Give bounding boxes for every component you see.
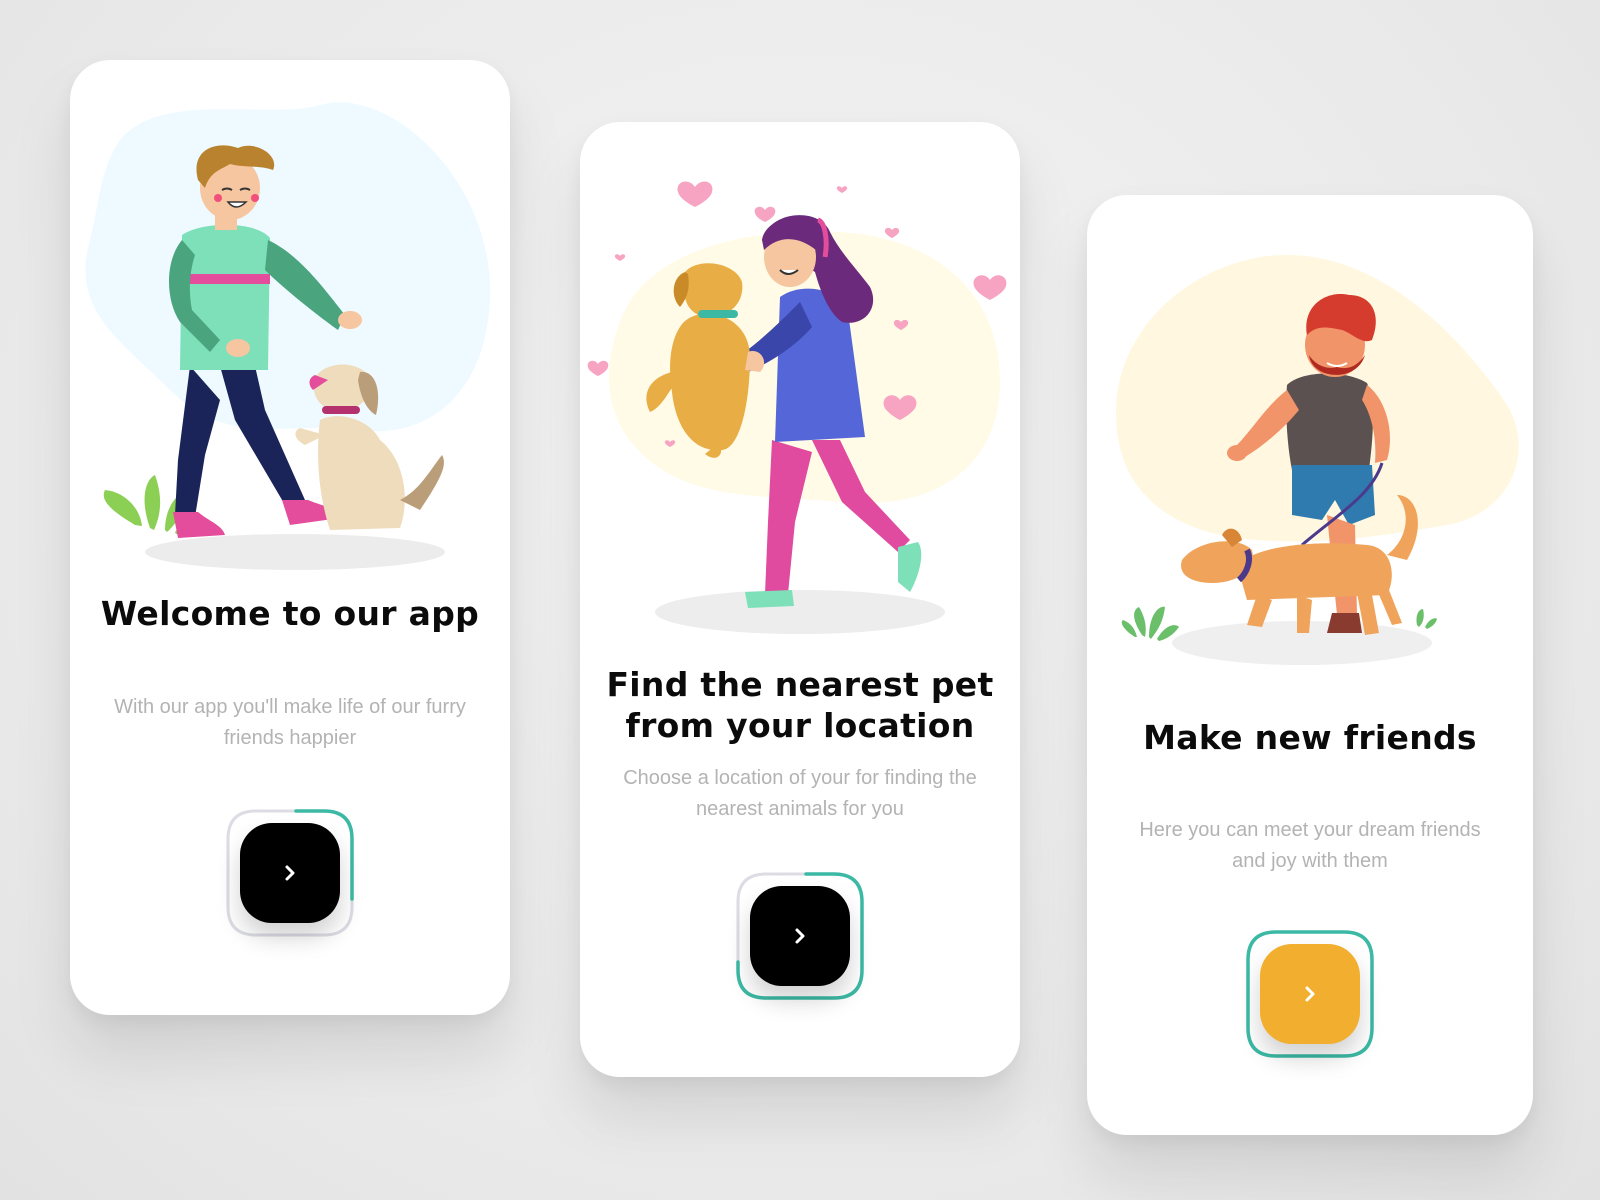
woman-hugging-dog-illustration: [587, 181, 1007, 634]
next-button[interactable]: [1260, 944, 1360, 1044]
man-walking-dog-illustration: [1116, 255, 1519, 665]
screen-title: Make new friends: [1143, 718, 1477, 757]
chevron-right-icon: [795, 928, 805, 944]
next-button-wrapper: [1244, 928, 1376, 1060]
screen-subtitle: With our app you'll make life of our fur…: [114, 696, 466, 749]
screen-title: Welcome to our app: [100, 594, 480, 633]
onboarding-screen-make-friends: Make new friends Here you can meet your …: [1087, 195, 1533, 1135]
onboarding-screen-find-pet: Find the nearest pet from your location …: [580, 122, 1020, 1077]
next-button-wrapper: [734, 870, 866, 1002]
next-button-wrapper: [224, 807, 356, 939]
screen-subtitle: Choose a location of your for finding th…: [623, 767, 977, 820]
chevron-right-icon: [1305, 986, 1315, 1002]
next-button[interactable]: [750, 886, 850, 986]
onboarding-screen-welcome: Welcome to our app With our app you'll m…: [70, 60, 510, 1015]
screen-title: Find the nearest pet from your location: [606, 665, 994, 745]
next-button[interactable]: [240, 823, 340, 923]
chevron-right-icon: [285, 865, 295, 881]
man-playing-with-dog-illustration: [85, 102, 491, 570]
screen-subtitle: Here you can meet your dream friends and…: [1139, 819, 1481, 872]
